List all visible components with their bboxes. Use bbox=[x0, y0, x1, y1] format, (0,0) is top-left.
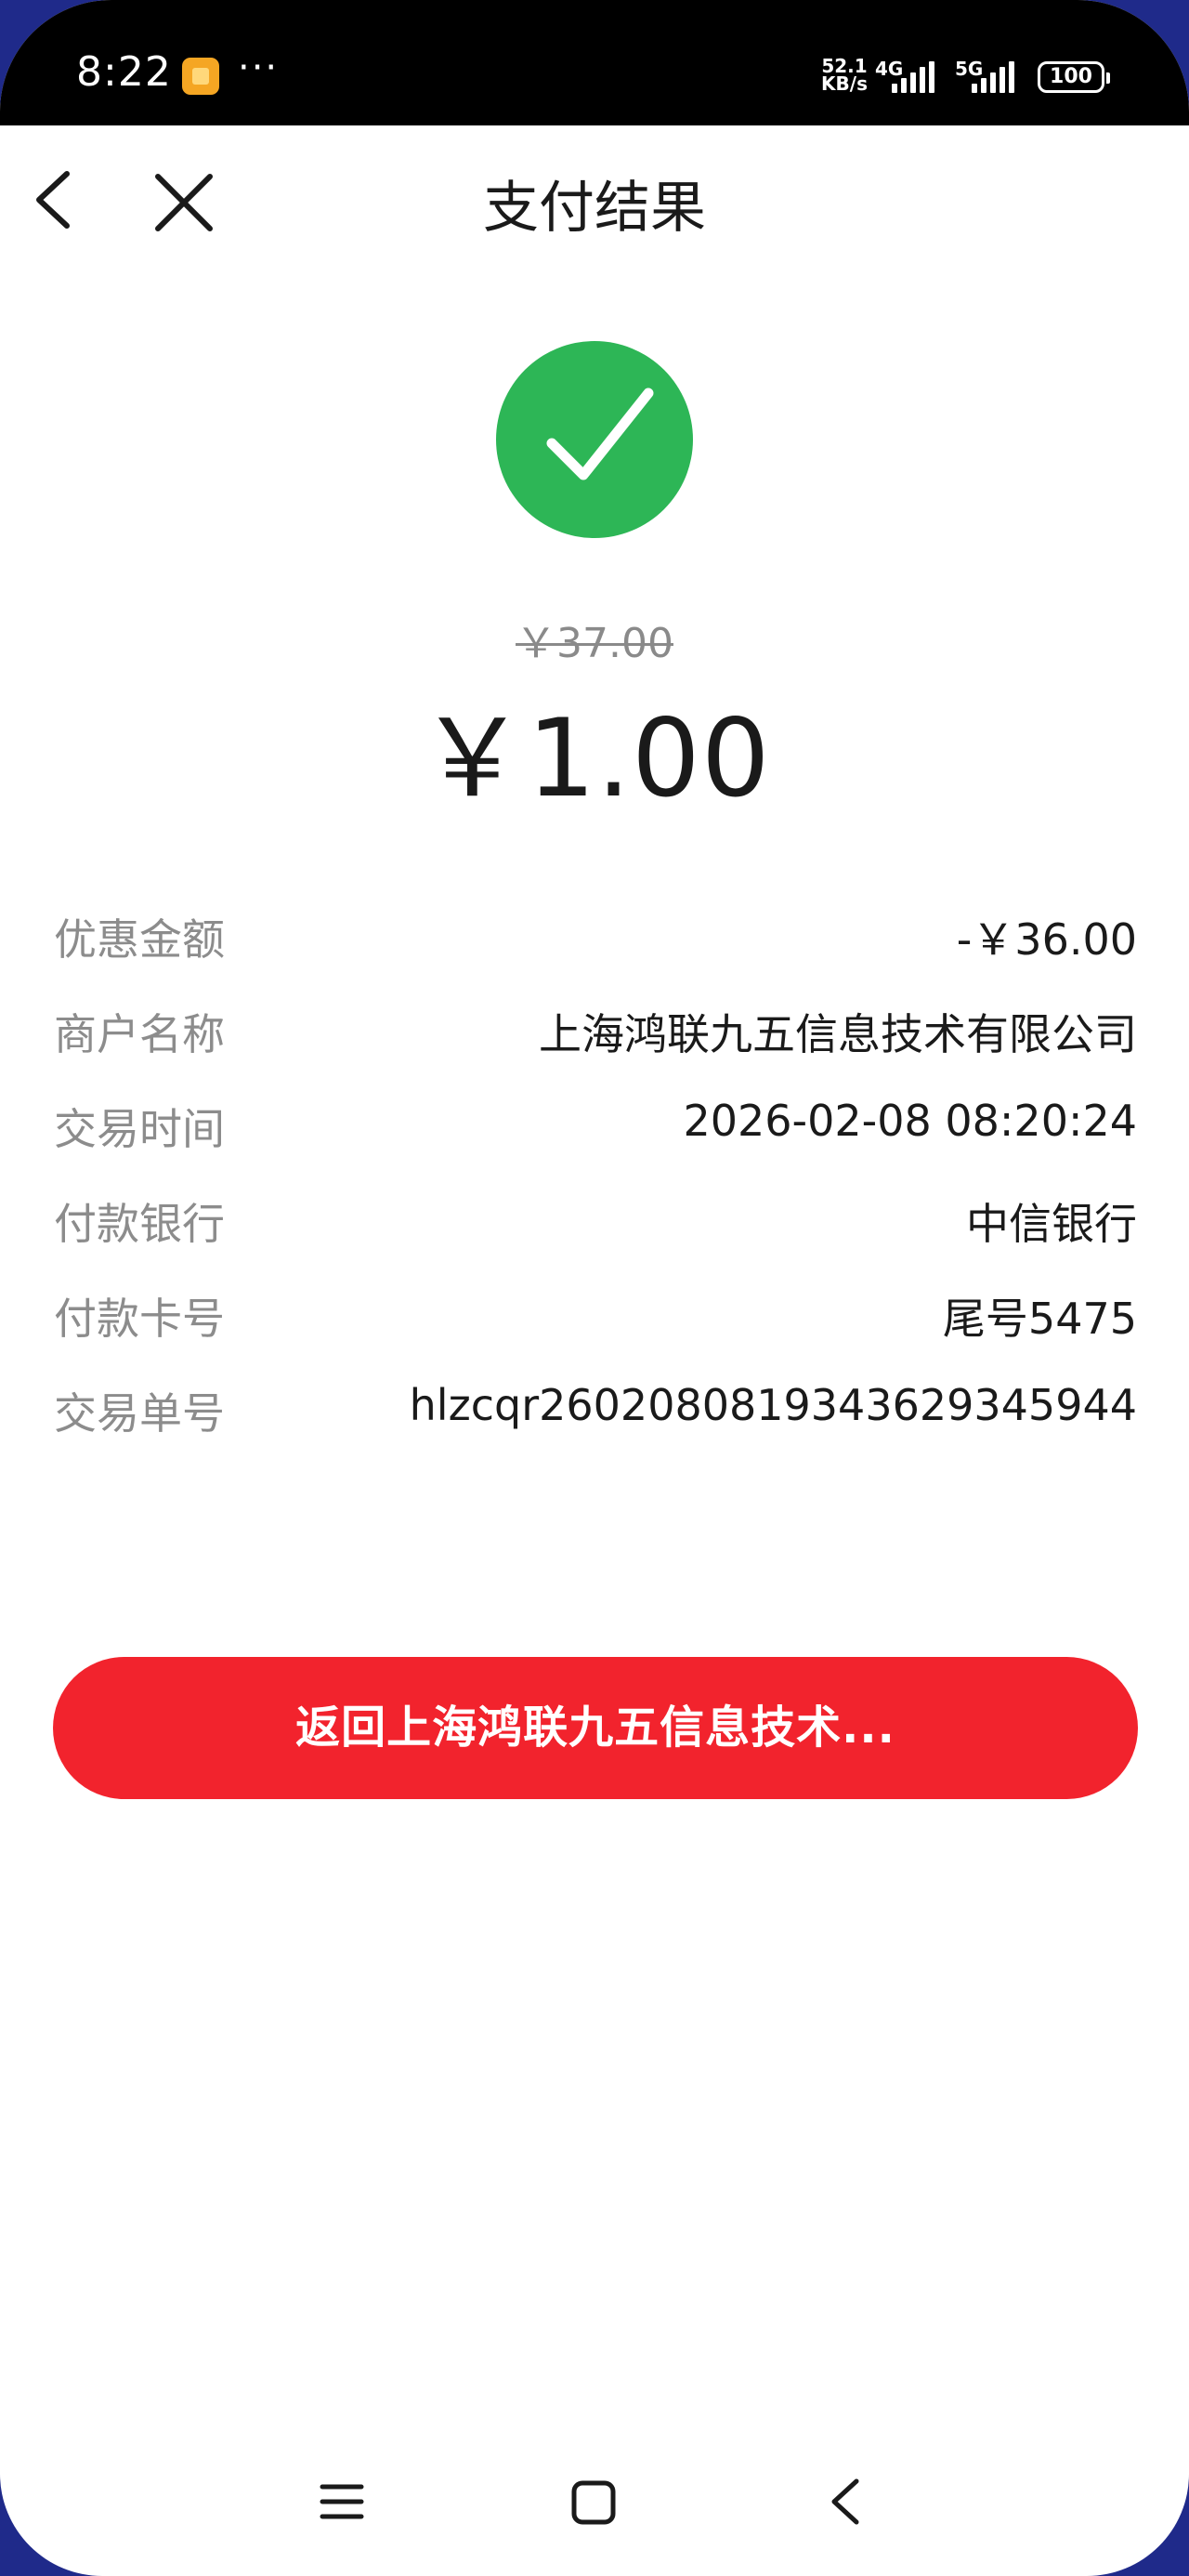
paid-amount: ￥1.00 bbox=[418, 696, 771, 821]
detail-label: 付款银行 bbox=[54, 1199, 225, 1249]
back-chevron-icon[interactable] bbox=[825, 2476, 869, 2528]
detail-row-merchant: 商户名称 上海鸿联九五信息技术有限公司 bbox=[54, 1001, 1137, 1096]
detail-label: 优惠金额 bbox=[54, 914, 225, 965]
status-time: 8:22 bbox=[76, 48, 172, 96]
notification-app-icon bbox=[182, 58, 219, 95]
detail-row-card: 付款卡号 尾号5475 bbox=[54, 1285, 1137, 1380]
signal-bars-icon bbox=[972, 61, 1022, 93]
network-speed-unit: KB/s bbox=[821, 72, 868, 95]
detail-value: hlzcqr2602080819343629345944 bbox=[409, 1380, 1137, 1430]
detail-value: 中信银行 bbox=[966, 1199, 1137, 1249]
return-to-merchant-button[interactable]: 返回上海鸿联九五信息技术... bbox=[53, 1657, 1138, 1799]
check-circle-icon bbox=[496, 341, 693, 538]
home-square-icon[interactable] bbox=[570, 2479, 617, 2526]
menu-icon[interactable] bbox=[320, 2481, 364, 2522]
signal-bars-icon bbox=[892, 61, 942, 93]
more-notifications-icon: ··· bbox=[238, 46, 280, 89]
detail-value: -￥36.00 bbox=[956, 914, 1137, 965]
detail-value: 2026-02-08 08:20:24 bbox=[683, 1096, 1137, 1146]
battery-icon: 100 bbox=[1038, 61, 1110, 93]
detail-row-order-id: 交易单号 hlzcqr2602080819343629345944 bbox=[54, 1380, 1137, 1475]
detail-row-discount: 优惠金额 -￥36.00 bbox=[54, 906, 1137, 1001]
nav-header: 支付结果 bbox=[0, 125, 1189, 283]
page-title: 支付结果 bbox=[483, 176, 706, 241]
detail-label: 交易时间 bbox=[54, 1104, 225, 1154]
detail-label: 商户名称 bbox=[54, 1009, 225, 1059]
detail-row-bank: 付款银行 中信银行 bbox=[54, 1190, 1137, 1285]
detail-value: 上海鸿联九五信息技术有限公司 bbox=[539, 1009, 1137, 1059]
network-speed: 52.1 KB/s bbox=[817, 57, 871, 95]
detail-row-time: 交易时间 2026-02-08 08:20:24 bbox=[54, 1096, 1137, 1190]
payment-result-screen: 8:22 ··· 52.1 KB/s 4G 5G 100 支付结果 ￥37.00… bbox=[0, 0, 1189, 2576]
detail-label: 交易单号 bbox=[54, 1388, 225, 1439]
detail-label: 付款卡号 bbox=[54, 1294, 225, 1344]
payment-details: 优惠金额 -￥36.00 商户名称 上海鸿联九五信息技术有限公司 交易时间 20… bbox=[54, 906, 1137, 1475]
original-price: ￥37.00 bbox=[516, 620, 673, 667]
detail-value: 尾号5475 bbox=[942, 1294, 1137, 1344]
status-bar: 8:22 ··· 52.1 KB/s 4G 5G 100 bbox=[0, 0, 1189, 125]
